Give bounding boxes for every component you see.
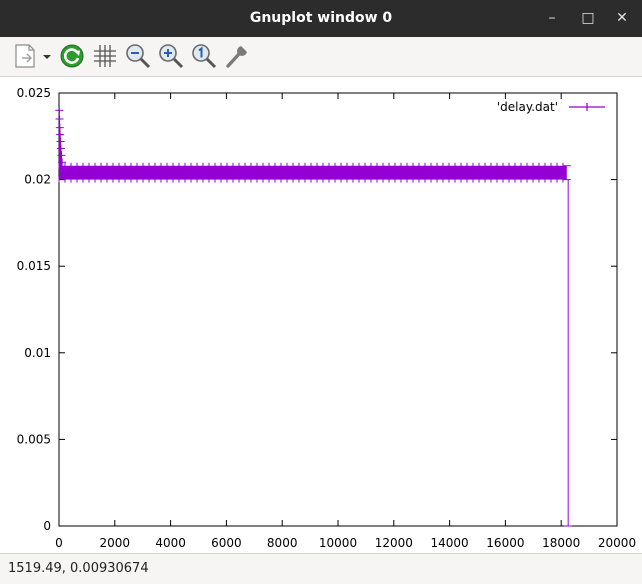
plot-area[interactable]: 0 2000 4000 6000 8000 10000 12000 14000 16000 180…	[0, 77, 642, 553]
x-tick-label: 6000	[211, 536, 242, 550]
configure-button[interactable]	[222, 41, 252, 71]
x-tick-label: 0	[55, 536, 63, 550]
x-tick-label: 10000	[319, 536, 357, 550]
replot-icon	[60, 44, 84, 68]
x-tick-label: 8000	[267, 536, 298, 550]
status-bar: 1519.49, 0.00930674	[0, 553, 642, 584]
copy-to-clipboard-icon	[15, 44, 35, 68]
grid-button[interactable]	[90, 41, 120, 71]
zoom-out-icon	[126, 44, 151, 69]
x-tick-label: 18000	[542, 536, 580, 550]
legend-label: 'delay.dat'	[497, 100, 558, 114]
toolbar	[0, 37, 642, 77]
replot-button[interactable]	[57, 41, 87, 71]
y-tick-label: 0.005	[17, 432, 51, 446]
zoom-in-icon	[159, 44, 184, 69]
x-tick-label: 16000	[486, 536, 524, 550]
copy-to-clipboard-button[interactable]	[10, 41, 40, 71]
minimize-button[interactable]: –	[537, 0, 567, 37]
grid-icon	[94, 45, 116, 67]
y-tick-label: 0.01	[24, 346, 51, 360]
delay-chart: 0 2000 4000 6000 8000 10000 12000 14000 16000 180…	[17, 86, 636, 550]
zoom-in-button[interactable]	[156, 41, 186, 71]
x-tick-label: 20000	[598, 536, 636, 550]
plot-border	[58, 92, 618, 527]
window-titlebar: Gnuplot window 0 – □ ✕	[0, 0, 642, 37]
maximize-button[interactable]: □	[573, 0, 603, 37]
x-tick-label: 12000	[375, 536, 413, 550]
configure-icon	[226, 46, 247, 68]
export-dropdown-button[interactable]	[40, 41, 54, 71]
dropdown-arrow-icon	[43, 55, 51, 59]
x-tick-label: 2000	[100, 536, 131, 550]
close-button[interactable]: ✕	[607, 0, 637, 37]
x-tick-label: 4000	[155, 536, 186, 550]
x-tick-label: 14000	[431, 536, 469, 550]
unzoom-button[interactable]	[189, 41, 219, 71]
cursor-coordinates: 1519.49, 0.00930674	[8, 561, 149, 576]
y-tick-label: 0	[43, 519, 51, 533]
y-tick-label: 0.025	[17, 86, 51, 100]
y-tick-label: 0.015	[17, 259, 51, 273]
y-tick-label: 0.02	[24, 173, 51, 187]
zoom-out-button[interactable]	[123, 41, 153, 71]
unzoom-icon	[192, 44, 217, 69]
